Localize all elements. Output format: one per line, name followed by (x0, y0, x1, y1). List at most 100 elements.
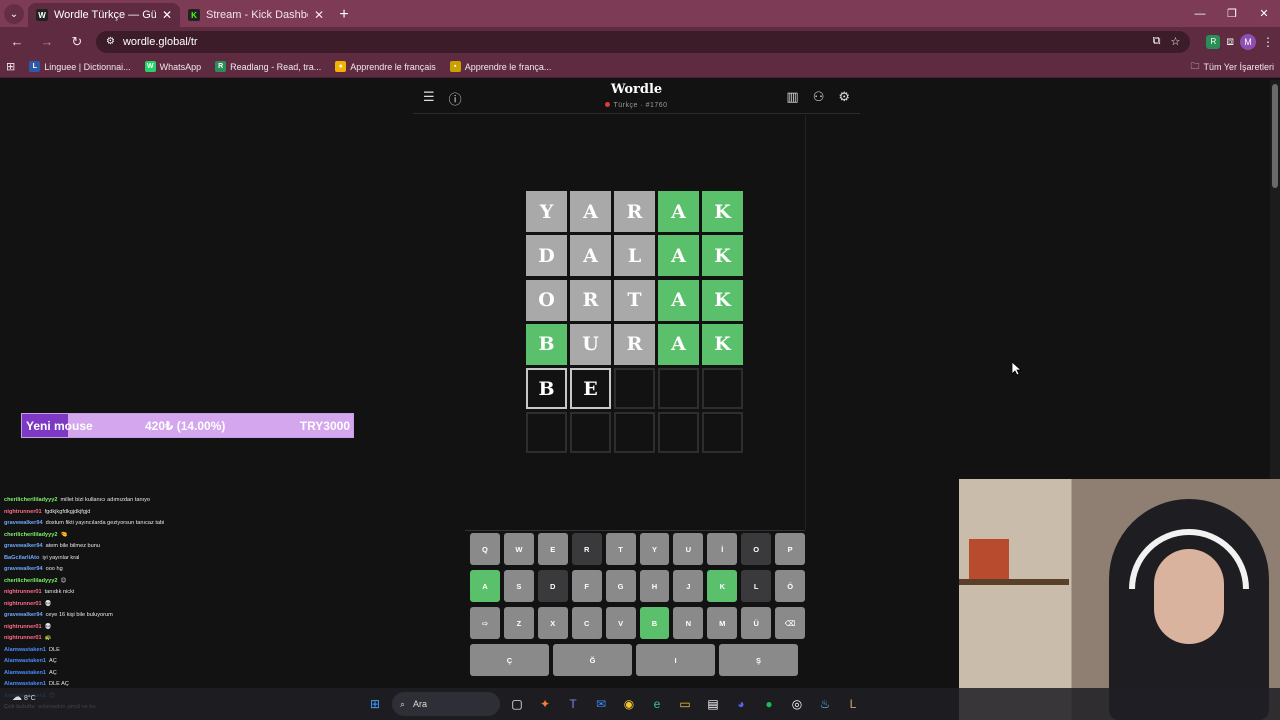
keyboard-key[interactable]: Z (503, 607, 534, 639)
bookmark-item[interactable]: ● Apprendre le français (335, 61, 436, 72)
teams-icon[interactable]: T (562, 693, 584, 715)
taskbar-search[interactable]: ⌕ Ara (392, 692, 500, 716)
keyboard-key[interactable]: M (707, 607, 738, 639)
keyboard-key[interactable]: W (503, 533, 534, 565)
chat-username[interactable]: gravewalker94 (4, 612, 43, 618)
league-icon[interactable]: L (842, 693, 864, 715)
user-icon[interactable]: ⚇ (813, 89, 825, 105)
file-explorer-icon[interactable]: ▭ (674, 693, 696, 715)
extensions-icon[interactable]: ⧈ (1226, 34, 1234, 49)
chat-username[interactable]: nightrunner01 (4, 601, 42, 607)
keyboard-key[interactable]: E (537, 533, 568, 565)
stats-icon[interactable]: ▥ (786, 89, 798, 105)
keyboard-key[interactable]: ⇨ (470, 607, 500, 639)
keyboard-key[interactable]: Ç (470, 644, 549, 676)
outlook-icon[interactable]: ✉ (590, 693, 612, 715)
spotify-icon[interactable]: ● (758, 693, 780, 715)
task-view-icon[interactable]: ▢ (506, 693, 528, 715)
chat-username[interactable]: Alamwastaken1 (4, 681, 46, 687)
keyboard-key[interactable]: U (673, 533, 704, 565)
tab-search-icon[interactable]: ⌄ (4, 4, 24, 24)
obs-icon[interactable]: ◎ (786, 693, 808, 715)
bookmark-item[interactable]: L Linguee | Dictionnai... (29, 61, 131, 72)
steam-icon[interactable]: ♨ (814, 693, 836, 715)
copilot-icon[interactable]: ✦ (534, 693, 556, 715)
browser-tab[interactable]: K Stream - Kick Dashboard ✕ (180, 3, 332, 27)
goal-target: TRY3000 (299, 418, 350, 433)
install-app-icon[interactable]: ⧉ (1153, 35, 1161, 48)
bookmark-item[interactable]: ▪ Apprendre le frança... (449, 61, 551, 72)
keyboard-key[interactable]: A (470, 570, 500, 602)
keyboard-key[interactable]: S (503, 570, 534, 602)
keyboard-key[interactable]: R (571, 533, 602, 565)
keyboard-key[interactable]: Q (470, 533, 500, 565)
close-window-icon[interactable]: ✕ (1248, 0, 1280, 27)
chat-username[interactable]: cherilicherililadyyy2 (4, 532, 57, 538)
keyboard-key[interactable]: I (636, 644, 715, 676)
chat-username[interactable]: nightrunner01 (4, 589, 42, 595)
tab-close-icon[interactable]: ✕ (314, 8, 324, 22)
new-tab-button[interactable]: + (332, 3, 356, 27)
keyboard-key[interactable]: F (571, 570, 602, 602)
chat-username[interactable]: gravewalker94 (4, 543, 43, 549)
tab-close-icon[interactable]: ✕ (162, 8, 172, 22)
extension-r-icon[interactable]: R (1206, 34, 1221, 49)
chat-username[interactable]: cherilicherililadyyy2 (4, 578, 57, 584)
keyboard-key[interactable]: J (673, 570, 704, 602)
profile-avatar[interactable]: M (1240, 33, 1256, 50)
chat-text: 🤏 (60, 531, 68, 538)
discord-icon[interactable]: ◕ (730, 693, 752, 715)
keyboard-key[interactable]: Ş (719, 644, 798, 676)
keyboard-key[interactable]: D (537, 570, 568, 602)
chat-username[interactable]: nightrunner01 (4, 635, 42, 641)
edge-icon[interactable]: e (646, 693, 668, 715)
weather-widget[interactable]: ☁ 8°C (12, 692, 36, 703)
keyboard-key[interactable]: T (605, 533, 636, 565)
keyboard-key[interactable]: Ğ (553, 644, 632, 676)
start-windows-icon[interactable]: ⊞ (364, 693, 386, 715)
chat-text: 😊 (60, 577, 67, 584)
keyboard-key[interactable]: Y (639, 533, 670, 565)
bookmark-item[interactable]: W WhatsApp (144, 61, 201, 72)
keyboard-key[interactable]: N (673, 607, 704, 639)
maximize-icon[interactable]: ❐ (1216, 0, 1248, 27)
reload-icon[interactable]: ↻ (66, 31, 88, 53)
keyboard-key[interactable]: Ö (775, 570, 806, 602)
keyboard-key[interactable]: C (571, 607, 602, 639)
bookmark-item[interactable]: R Readlang - Read, tra... (215, 61, 321, 72)
keyboard-key[interactable]: Ü (741, 607, 772, 639)
keyboard-key[interactable]: L (741, 570, 772, 602)
settings-gear-icon[interactable]: ⚙ (838, 89, 850, 105)
keyboard-key[interactable]: P (775, 533, 806, 565)
all-bookmarks-folder[interactable]: 🗀 Tüm Yer İşaretleri (1190, 59, 1274, 75)
keyboard-key[interactable]: ⌫ (775, 607, 806, 639)
keyboard-key[interactable]: X (537, 607, 568, 639)
keyboard-key[interactable]: V (605, 607, 636, 639)
address-bar[interactable]: ⚙ wordle.global/tr ⧉ ☆ (96, 30, 1191, 53)
browser-tab[interactable]: W Wordle Türkçe — Günlük kelim ✕ (28, 3, 180, 27)
chat-username[interactable]: Alamwastaken1 (4, 658, 46, 664)
chat-username[interactable]: gravewalker94 (4, 520, 43, 526)
back-icon[interactable]: ← (6, 31, 28, 53)
apps-grid-icon[interactable]: ⊞ (6, 60, 15, 73)
minimize-icon[interactable]: — (1184, 0, 1216, 27)
chat-username[interactable]: nightrunner01 (4, 624, 42, 630)
menu-kebab-icon[interactable]: ⋮ (1262, 35, 1274, 49)
chat-username[interactable]: Alamwastaken1 (4, 647, 46, 653)
site-info-icon[interactable]: ⚙ (106, 36, 115, 47)
keyboard-key[interactable]: İ (707, 533, 738, 565)
keyboard-key[interactable]: O (741, 533, 772, 565)
chat-username[interactable]: nightrunner01 (4, 509, 42, 515)
chrome-icon[interactable]: ◉ (618, 693, 640, 715)
chat-username[interactable]: cherilicherililadyyy2 (4, 497, 57, 503)
store-icon[interactable]: ▤ (702, 693, 724, 715)
keyboard-key[interactable]: G (605, 570, 636, 602)
bookmark-star-icon[interactable]: ☆ (1170, 35, 1180, 48)
keyboard-key[interactable]: B (639, 607, 670, 639)
keyboard-key[interactable]: K (707, 570, 738, 602)
chat-username[interactable]: BaGcilarliAto (4, 555, 39, 561)
chat-username[interactable]: Alamwastaken1 (4, 670, 46, 676)
forward-icon[interactable]: → (36, 31, 58, 53)
keyboard-key[interactable]: H (639, 570, 670, 602)
chat-username[interactable]: gravewalker94 (4, 566, 43, 572)
